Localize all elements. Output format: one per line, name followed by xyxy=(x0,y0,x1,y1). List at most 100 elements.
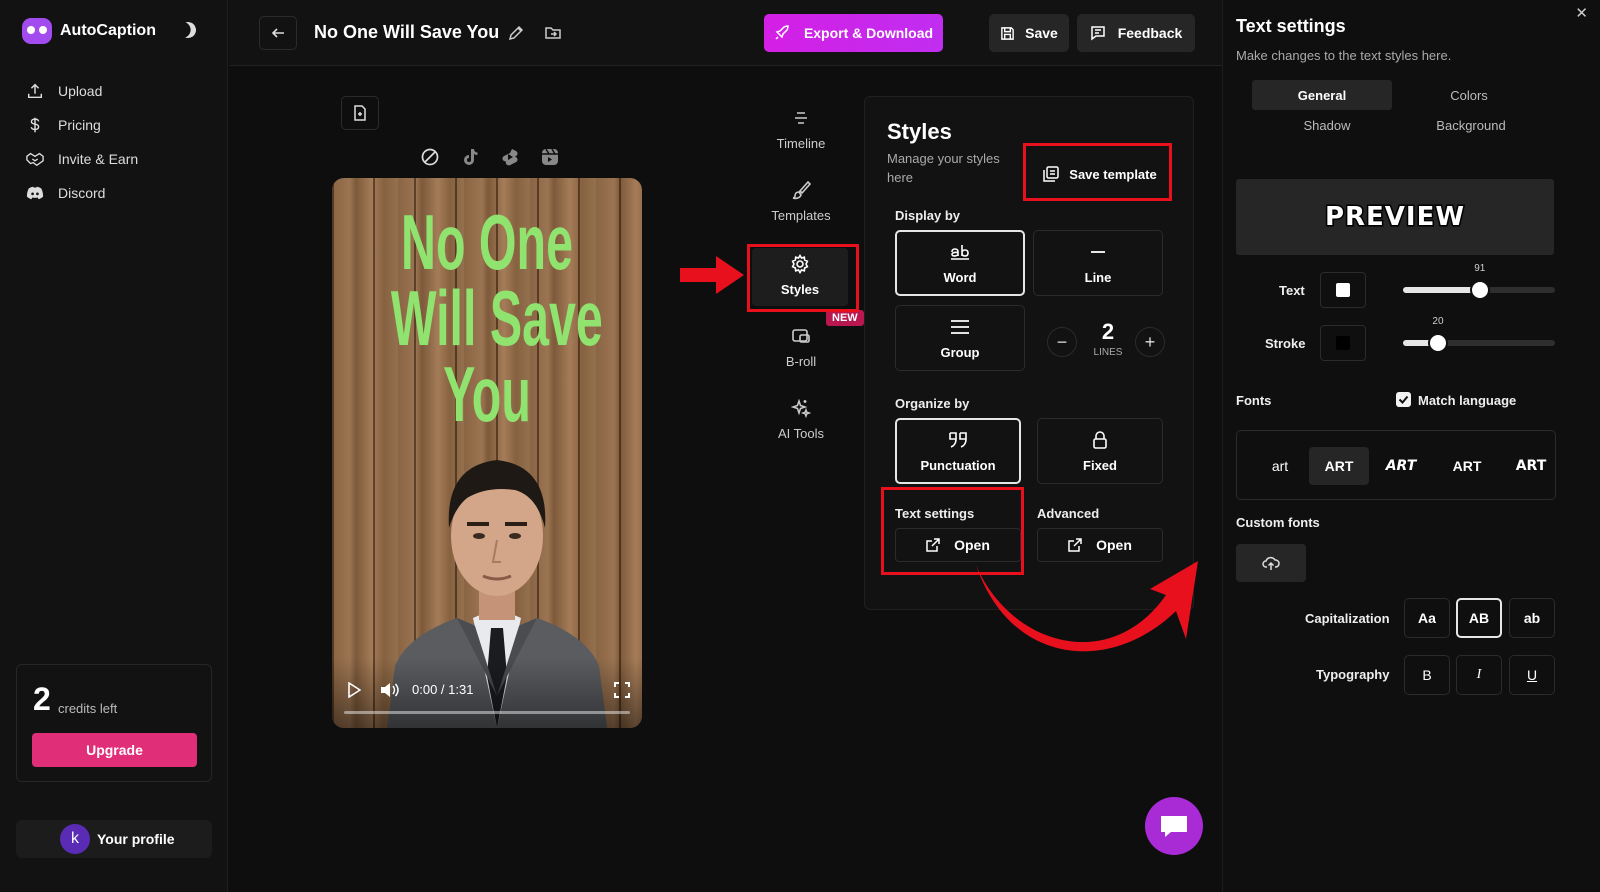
option-label: Word xyxy=(943,269,977,285)
drawer-subtitle: Make changes to the text styles here. xyxy=(1236,48,1452,63)
lines-decrease-button[interactable]: − xyxy=(1047,327,1077,357)
youtube-shorts-icon[interactable] xyxy=(500,146,520,168)
video-progress-bar[interactable] xyxy=(344,711,630,714)
app-name: AutoCaption xyxy=(60,22,156,39)
slider-thumb[interactable] xyxy=(1427,333,1448,353)
export-label: Export & Download xyxy=(803,25,934,41)
upgrade-button[interactable]: Upgrade xyxy=(32,733,197,767)
file-icon xyxy=(354,105,366,121)
tool-broll[interactable]: B-roll xyxy=(760,326,842,369)
cap-lower-button[interactable]: ab xyxy=(1509,598,1555,638)
tiktok-icon[interactable] xyxy=(460,146,480,168)
tab-background[interactable]: Background xyxy=(1401,110,1541,140)
volume-icon[interactable] xyxy=(380,682,400,698)
display-word-option[interactable]: Word xyxy=(895,230,1025,296)
avatar: k xyxy=(60,824,90,854)
slider-fill xyxy=(1403,287,1480,293)
tool-templates[interactable]: Templates xyxy=(760,180,842,223)
back-button[interactable] xyxy=(259,16,297,50)
cap-upper-button[interactable]: AB xyxy=(1456,598,1502,638)
stroke-color-swatch[interactable] xyxy=(1320,325,1366,361)
credits-card: 2 credits left Upgrade xyxy=(16,664,212,782)
slider-thumb[interactable] xyxy=(1469,280,1490,300)
tool-ai-tools[interactable]: AI Tools xyxy=(760,398,842,441)
sidebar: AutoCaption Upload Pricing Invite & Earn xyxy=(0,0,228,892)
font-option[interactable]: ART xyxy=(1439,447,1495,485)
sidebar-item-label: Upload xyxy=(58,83,103,99)
tab-shadow[interactable]: Shadow xyxy=(1257,110,1397,140)
feedback-button[interactable]: Feedback xyxy=(1077,14,1195,52)
external-link-icon xyxy=(1068,538,1082,552)
caption-line: You xyxy=(443,350,531,438)
annotation-box-save-template xyxy=(1023,143,1172,201)
feedback-label: Feedback xyxy=(1117,25,1183,41)
cap-mixed-button[interactable]: Aa xyxy=(1404,598,1450,638)
sidebar-item-discord[interactable]: Discord xyxy=(26,176,138,210)
profile-button[interactable]: k Your profile xyxy=(16,820,212,858)
tab-general[interactable]: General xyxy=(1252,80,1392,110)
tool-label: Templates xyxy=(771,208,831,223)
dark-mode-icon[interactable] xyxy=(178,20,199,41)
sidebar-item-upload[interactable]: Upload xyxy=(26,74,138,108)
annotation-curved-arrow-icon xyxy=(976,561,1198,652)
chat-button[interactable] xyxy=(1145,797,1203,855)
text-size-value: 91 xyxy=(1474,263,1486,274)
display-line-option[interactable]: Line xyxy=(1033,230,1163,296)
font-option[interactable]: ART xyxy=(1373,447,1429,485)
text-size-slider[interactable]: 91 xyxy=(1403,263,1555,300)
upload-icon xyxy=(26,82,44,100)
project-title: No One Will Save You xyxy=(314,22,500,42)
arrow-left-icon xyxy=(271,28,284,38)
save-button[interactable]: Save xyxy=(989,14,1069,52)
sidebar-item-pricing[interactable]: Pricing xyxy=(26,108,138,142)
group-icon xyxy=(951,319,969,334)
close-icon[interactable]: ✕ xyxy=(1575,4,1588,22)
floppy-icon xyxy=(1001,26,1014,40)
font-option[interactable]: ART xyxy=(1503,447,1559,485)
text-color-swatch[interactable] xyxy=(1320,272,1366,308)
match-language-checkbox[interactable] xyxy=(1396,392,1411,407)
handshake-icon xyxy=(26,150,44,168)
organize-punctuation-option[interactable]: Punctuation xyxy=(895,418,1021,484)
italic-button[interactable]: I xyxy=(1456,655,1502,695)
stroke-size-value: 20 xyxy=(1432,316,1444,327)
stroke-size-slider[interactable]: 20 xyxy=(1403,316,1555,353)
credits-label: credits left xyxy=(58,701,118,716)
lines-increase-button[interactable]: + xyxy=(1135,327,1165,357)
option-label: Group xyxy=(940,344,980,360)
save-label: Save xyxy=(1025,25,1058,41)
bold-button[interactable]: B xyxy=(1404,655,1450,695)
line-icon xyxy=(1091,250,1105,253)
caption-line: Will Save xyxy=(390,274,603,362)
font-option[interactable]: art xyxy=(1251,447,1309,485)
option-label: Line xyxy=(1084,269,1112,285)
open-label: Open xyxy=(1096,537,1132,553)
fonts-label: Fonts xyxy=(1236,393,1272,408)
tab-colors[interactable]: Colors xyxy=(1399,80,1539,110)
no-platform-icon[interactable] xyxy=(420,146,440,168)
drawer-title: Text settings xyxy=(1236,16,1346,36)
instagram-reels-icon[interactable] xyxy=(540,146,560,168)
check-icon xyxy=(1398,395,1409,404)
underline-button[interactable]: U xyxy=(1509,655,1555,695)
folder-icon[interactable] xyxy=(544,24,562,42)
sidebar-item-invite[interactable]: Invite & Earn xyxy=(26,142,138,176)
export-download-button[interactable]: Export & Download xyxy=(764,14,943,52)
option-label: Punctuation xyxy=(920,457,996,473)
app-logo[interactable]: AutoCaption xyxy=(22,18,156,44)
display-group-option[interactable]: Group xyxy=(895,305,1025,371)
file-button[interactable] xyxy=(341,96,379,130)
font-option[interactable]: ART xyxy=(1309,447,1369,485)
annotation-arrow-right-icon xyxy=(680,256,744,294)
organize-fixed-option[interactable]: Fixed xyxy=(1037,418,1163,484)
pencil-icon[interactable] xyxy=(507,24,525,42)
play-icon[interactable] xyxy=(347,682,361,698)
sidebar-nav: Upload Pricing Invite & Earn Discord xyxy=(26,74,138,210)
preview-text: PREVIEW xyxy=(1323,201,1466,234)
new-badge: NEW xyxy=(826,310,864,326)
upload-font-button[interactable] xyxy=(1236,544,1306,582)
fullscreen-icon[interactable] xyxy=(614,682,630,698)
video-preview[interactable]: No One Will Save You 0:00 / 1:31 xyxy=(332,178,642,728)
platform-icons xyxy=(420,146,560,168)
tool-timeline[interactable]: Timeline xyxy=(760,108,842,151)
